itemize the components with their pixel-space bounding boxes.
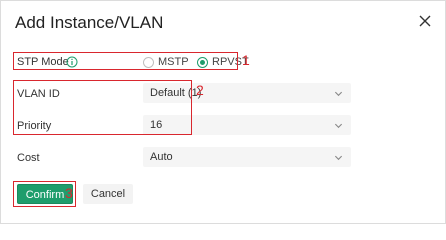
annotation-number-2: 2 bbox=[196, 82, 204, 98]
stp-mode-label: STP Mode bbox=[17, 56, 69, 68]
radio-rpvst-dot bbox=[197, 56, 208, 68]
chevron-down-icon bbox=[334, 91, 343, 97]
radio-mstp[interactable]: MSTP bbox=[143, 56, 189, 68]
radio-rpvst[interactable]: RPVST bbox=[197, 56, 249, 68]
chevron-down-icon bbox=[334, 155, 343, 161]
vlan-id-select[interactable]: Default (1) bbox=[143, 83, 351, 103]
dialog-title: Add Instance/VLAN bbox=[15, 13, 164, 32]
vlan-id-label: VLAN ID bbox=[17, 88, 60, 100]
add-instance-vlan-dialog: Add Instance/VLAN STP Mode MSTP RPVST VL… bbox=[0, 0, 446, 224]
radio-mstp-label: MSTP bbox=[158, 56, 189, 68]
cost-label: Cost bbox=[17, 152, 40, 164]
radio-mstp-dot bbox=[143, 56, 154, 68]
priority-select[interactable]: 16 bbox=[143, 115, 351, 135]
chevron-down-icon bbox=[334, 123, 343, 129]
close-icon[interactable] bbox=[417, 13, 433, 29]
cost-value: Auto bbox=[150, 151, 173, 163]
annotation-number-1: 1 bbox=[242, 52, 250, 68]
info-icon[interactable] bbox=[66, 56, 78, 68]
priority-value: 16 bbox=[150, 119, 163, 131]
annotation-number-3: 3 bbox=[65, 185, 73, 201]
priority-label: Priority bbox=[17, 120, 52, 132]
vlan-id-value: Default (1) bbox=[150, 87, 202, 99]
cancel-button[interactable]: Cancel bbox=[83, 184, 133, 204]
cost-select[interactable]: Auto bbox=[143, 147, 351, 167]
